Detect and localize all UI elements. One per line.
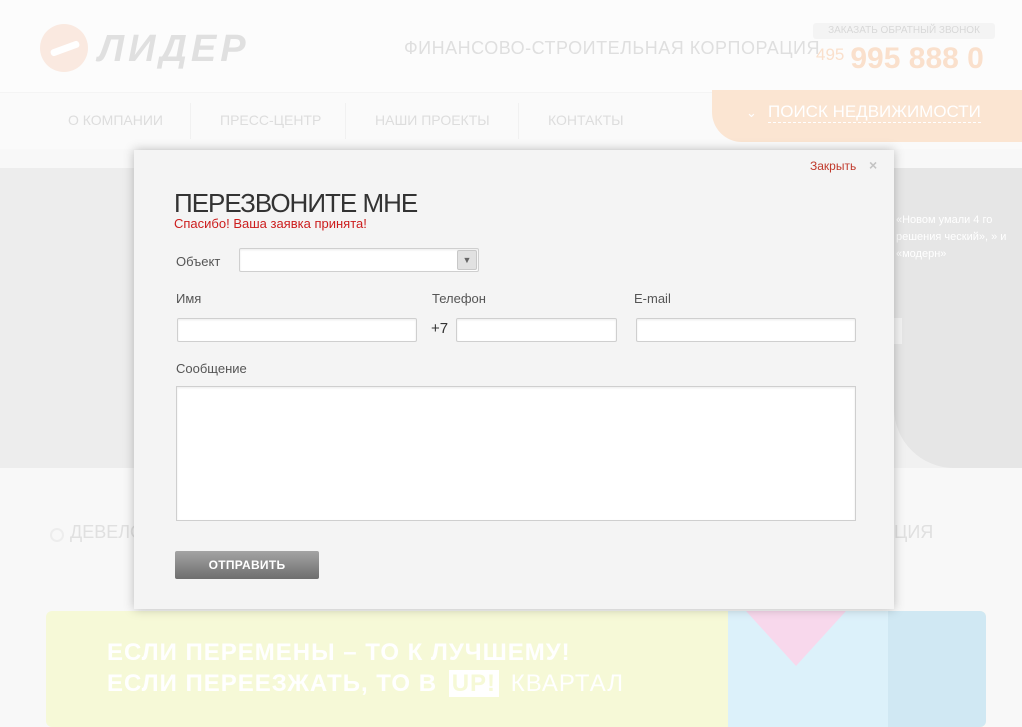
object-select[interactable] [239,248,479,272]
submit-button[interactable]: ОТПРАВИТЬ [175,551,319,579]
phone-field[interactable] [456,318,617,342]
message-label: Сообщение [176,361,247,376]
name-field[interactable] [177,318,417,342]
message-field[interactable] [176,386,856,521]
email-field[interactable] [636,318,856,342]
close-link[interactable]: Закрыть [810,159,856,173]
chevron-down-icon[interactable]: ▼ [457,250,477,270]
name-label: Имя [176,291,202,306]
close-icon[interactable]: × [869,157,877,173]
object-label: Объект [176,254,221,269]
phone-label: Телефон [432,291,486,306]
success-message: Спасибо! Ваша заявка принята! [174,216,367,231]
callback-modal: Закрыть × ПЕРЕЗВОНИТЕ МНЕ Спасибо! Ваша … [134,150,894,609]
phone-prefix: +7 [431,320,449,337]
email-label: E-mail [634,291,671,306]
modal-title: ПЕРЕЗВОНИТЕ МНЕ [174,188,418,218]
